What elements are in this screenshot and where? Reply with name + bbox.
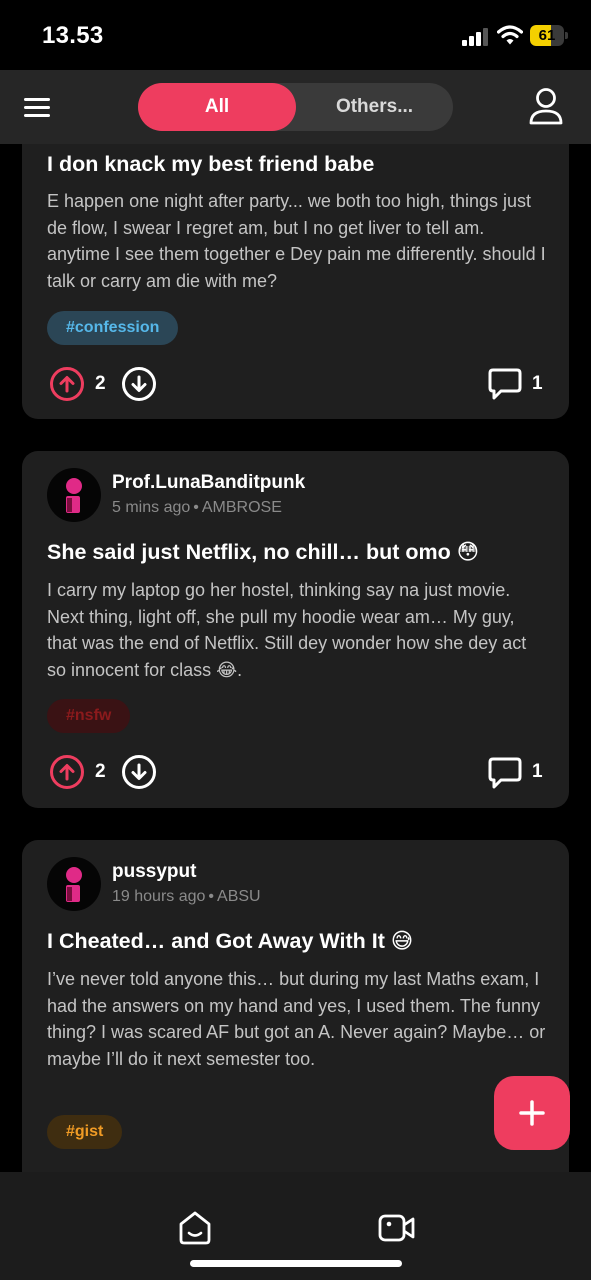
app-header: All Others... [0, 70, 591, 144]
post-title[interactable]: She said just Netflix, no chill… but omo… [47, 540, 547, 565]
battery-percent: 61 [538, 27, 556, 44]
post-title[interactable]: I Cheated… and Got Away With It 😅 [47, 929, 547, 954]
comment-count: 1 [532, 373, 543, 394]
tab-others[interactable]: Others... [296, 83, 453, 131]
tag-confession[interactable]: #confession [47, 311, 179, 345]
plus-icon [519, 1100, 545, 1126]
user-profile-icon[interactable] [528, 87, 564, 127]
create-post-button[interactable] [494, 1076, 570, 1150]
comment-count: 1 [532, 761, 543, 782]
downvote-icon[interactable] [121, 366, 157, 402]
home-icon[interactable] [176, 1210, 214, 1246]
meta-separator: • [208, 888, 215, 905]
status-bar: 13.53 61 [0, 0, 591, 70]
post-body[interactable]: E happen one night after party... we bot… [47, 188, 547, 294]
avatar[interactable] [47, 857, 101, 911]
school-name: ABSU [217, 888, 261, 905]
tag-nsfw[interactable]: #nsfw [47, 699, 131, 733]
post-meta: 5 mins ago • AMBROSE [112, 499, 282, 517]
bottom-nav [0, 1172, 591, 1280]
status-time: 13.53 [42, 22, 104, 49]
tag-gist[interactable]: #gist [47, 1115, 123, 1149]
cellular-signal-icon [462, 28, 490, 46]
username[interactable]: Prof.LunaBanditpunk [112, 472, 305, 494]
wifi-icon [496, 24, 524, 46]
meta-separator: • [193, 499, 199, 516]
comment-icon[interactable] [487, 367, 523, 401]
post-card[interactable]: I don knack my best friend babe E happen… [22, 100, 569, 419]
avatar[interactable] [47, 468, 101, 522]
time-ago: 19 hours ago [112, 888, 206, 905]
post-card[interactable]: Prof.LunaBanditpunk 5 mins ago • AMBROSE S… [22, 451, 569, 808]
post-meta: 19 hours ago • ABSU [112, 888, 261, 906]
downvote-icon[interactable] [121, 754, 157, 790]
feed-tabs: All Others... [138, 83, 453, 131]
upvote-count: 2 [95, 373, 106, 394]
tab-all[interactable]: All [138, 83, 296, 131]
post-title[interactable]: I don knack my best friend babe [47, 152, 547, 177]
upvote-icon[interactable] [49, 754, 85, 790]
hamburger-menu-icon[interactable] [24, 96, 52, 118]
video-icon[interactable] [378, 1212, 416, 1244]
upvote-icon[interactable] [49, 366, 85, 402]
upvote-count: 2 [95, 761, 106, 782]
username[interactable]: pussyput [112, 861, 196, 883]
school-name: AMBROSE [201, 499, 282, 516]
home-indicator[interactable] [190, 1260, 402, 1267]
post-body[interactable]: I’ve never told anyone this… but during … [47, 966, 547, 1072]
time-ago: 5 mins ago [112, 499, 191, 516]
comment-icon[interactable] [487, 756, 523, 790]
battery-icon: 61 [530, 25, 568, 46]
post-body[interactable]: I carry my laptop go her hostel, thinkin… [47, 577, 547, 683]
